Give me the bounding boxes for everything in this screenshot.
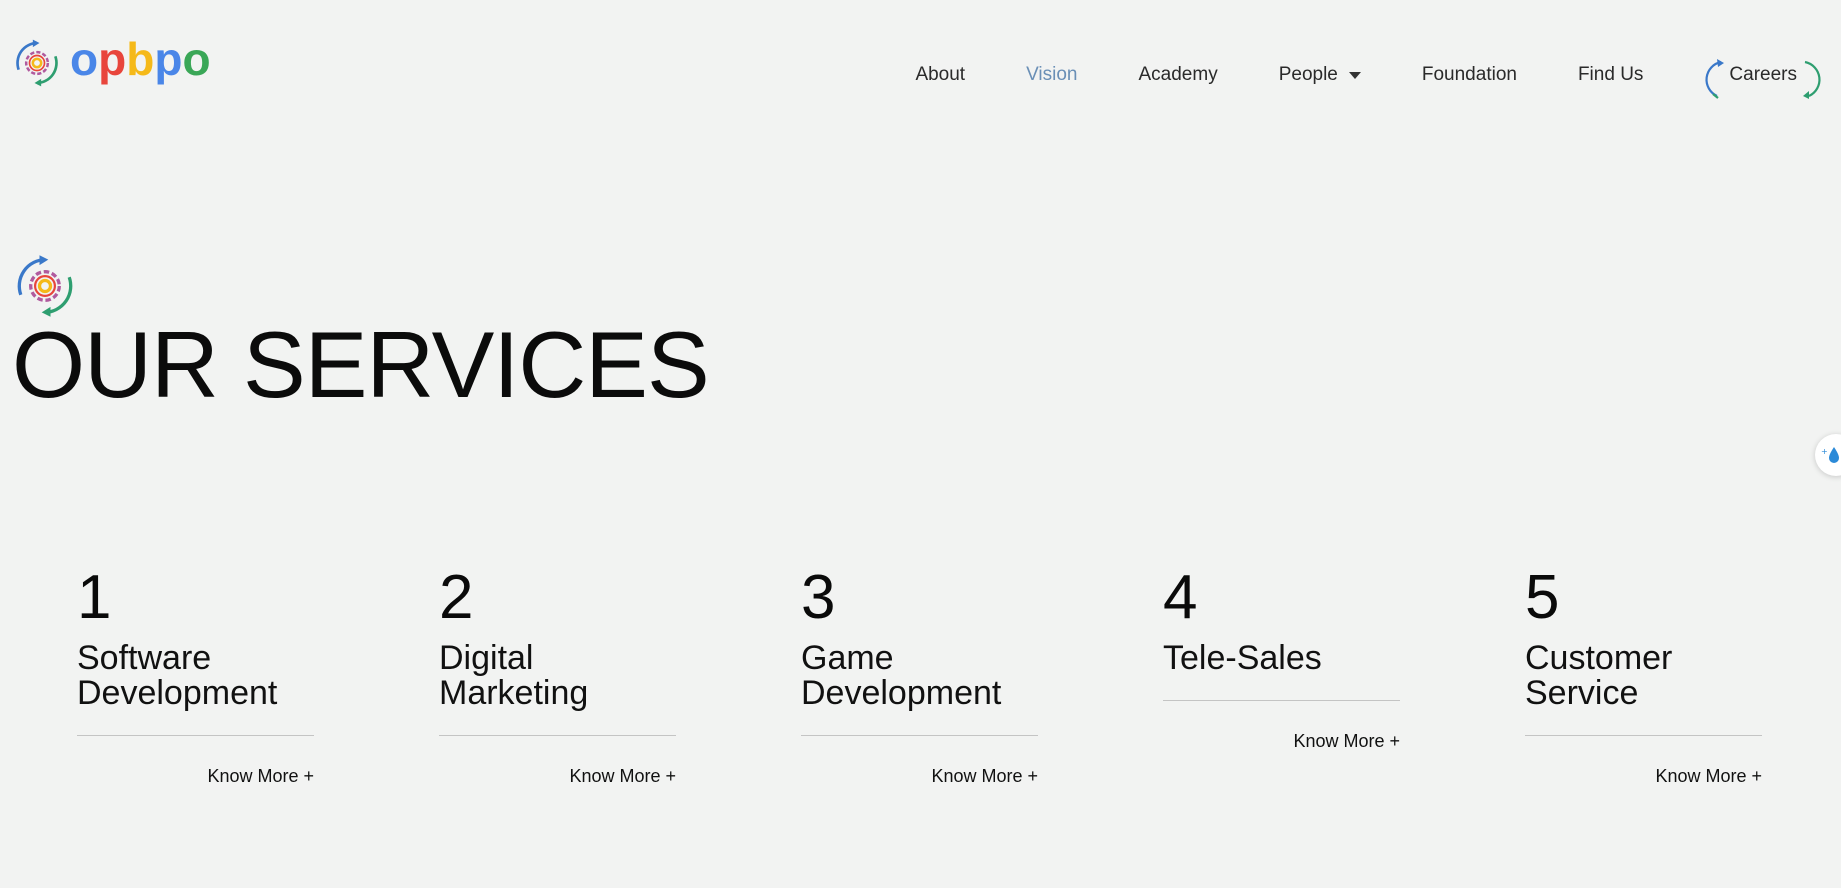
service-card: 2 Digital Marketing Know More + bbox=[439, 567, 676, 787]
nav-item-academy[interactable]: Academy bbox=[1139, 64, 1218, 86]
nav-item-careers[interactable]: Careers bbox=[1703, 59, 1823, 99]
nav-item-foundation[interactable]: Foundation bbox=[1422, 64, 1517, 86]
brand-wordmark: opbpo bbox=[70, 36, 211, 82]
main-nav: About Vision Academy People Foundation F… bbox=[915, 59, 1823, 99]
service-number: 5 bbox=[1525, 563, 1560, 632]
brand-letter: p bbox=[98, 33, 127, 85]
know-more-link[interactable]: Know More + bbox=[801, 766, 1038, 787]
service-title: Tele-Sales bbox=[1163, 641, 1400, 676]
nav-item-people-label: People bbox=[1278, 64, 1338, 85]
service-title-line: Service bbox=[1525, 674, 1639, 712]
know-more-link[interactable]: Know More + bbox=[1525, 766, 1762, 787]
divider bbox=[1525, 735, 1762, 736]
know-more-link[interactable]: Know More + bbox=[1163, 731, 1400, 752]
service-title: Digital Marketing bbox=[439, 641, 676, 711]
service-title: Software Development bbox=[77, 641, 314, 711]
service-number: 2 bbox=[439, 563, 474, 632]
know-more-link[interactable]: Know More + bbox=[439, 766, 676, 787]
brand-letter: o bbox=[70, 33, 99, 85]
divider bbox=[1163, 700, 1400, 701]
know-more-link[interactable]: Know More + bbox=[77, 766, 314, 787]
service-card: 4 Tele-Sales Know More + bbox=[1163, 567, 1400, 752]
brand-letter: p bbox=[154, 33, 183, 85]
divider bbox=[801, 735, 1038, 736]
brand-letter: o bbox=[182, 33, 211, 85]
droplet-icon: + bbox=[1821, 447, 1839, 463]
service-title-line: Software bbox=[77, 639, 212, 677]
caret-down-icon bbox=[1348, 71, 1361, 79]
brand-logo[interactable]: opbpo bbox=[12, 36, 211, 88]
nav-item-careers-label: Careers bbox=[1729, 64, 1797, 85]
service-title-line: Development bbox=[801, 674, 1002, 712]
gear-cycle-icon bbox=[17, 255, 73, 317]
floating-chat-widget[interactable]: + bbox=[1815, 434, 1841, 476]
service-number: 4 bbox=[1163, 563, 1198, 632]
service-title-line: Customer bbox=[1525, 639, 1673, 677]
service-title: Customer Service bbox=[1525, 641, 1762, 711]
brand-letter: b bbox=[126, 33, 155, 85]
service-title-line: Development bbox=[77, 674, 278, 712]
section-title: OUR SERVICES bbox=[12, 312, 710, 417]
nav-item-people[interactable]: People bbox=[1279, 64, 1361, 86]
service-card: 3 Game Development Know More + bbox=[801, 567, 1038, 787]
divider bbox=[439, 735, 676, 736]
page: opbpo About Vision Academy People Founda… bbox=[0, 0, 1841, 888]
gear-cycle-icon bbox=[16, 39, 58, 87]
service-title: Game Development bbox=[801, 641, 1038, 711]
nav-item-about[interactable]: About bbox=[915, 64, 965, 86]
service-title-line: Tele-Sales bbox=[1163, 639, 1322, 677]
right-arc-icon bbox=[1803, 60, 1821, 99]
nav-item-vision[interactable]: Vision bbox=[1026, 64, 1077, 86]
service-number: 1 bbox=[77, 563, 112, 632]
service-title-line: Marketing bbox=[439, 674, 589, 712]
service-card: 5 Customer Service Know More + bbox=[1525, 567, 1762, 787]
divider bbox=[77, 735, 314, 736]
service-number: 3 bbox=[801, 563, 836, 632]
left-arc-icon bbox=[1705, 59, 1725, 99]
service-title-line: Digital bbox=[439, 639, 534, 677]
svg-text:+: + bbox=[1821, 447, 1828, 456]
service-card: 1 Software Development Know More + bbox=[77, 567, 314, 787]
service-title-line: Game bbox=[801, 639, 894, 677]
nav-item-find-us[interactable]: Find Us bbox=[1578, 64, 1643, 86]
